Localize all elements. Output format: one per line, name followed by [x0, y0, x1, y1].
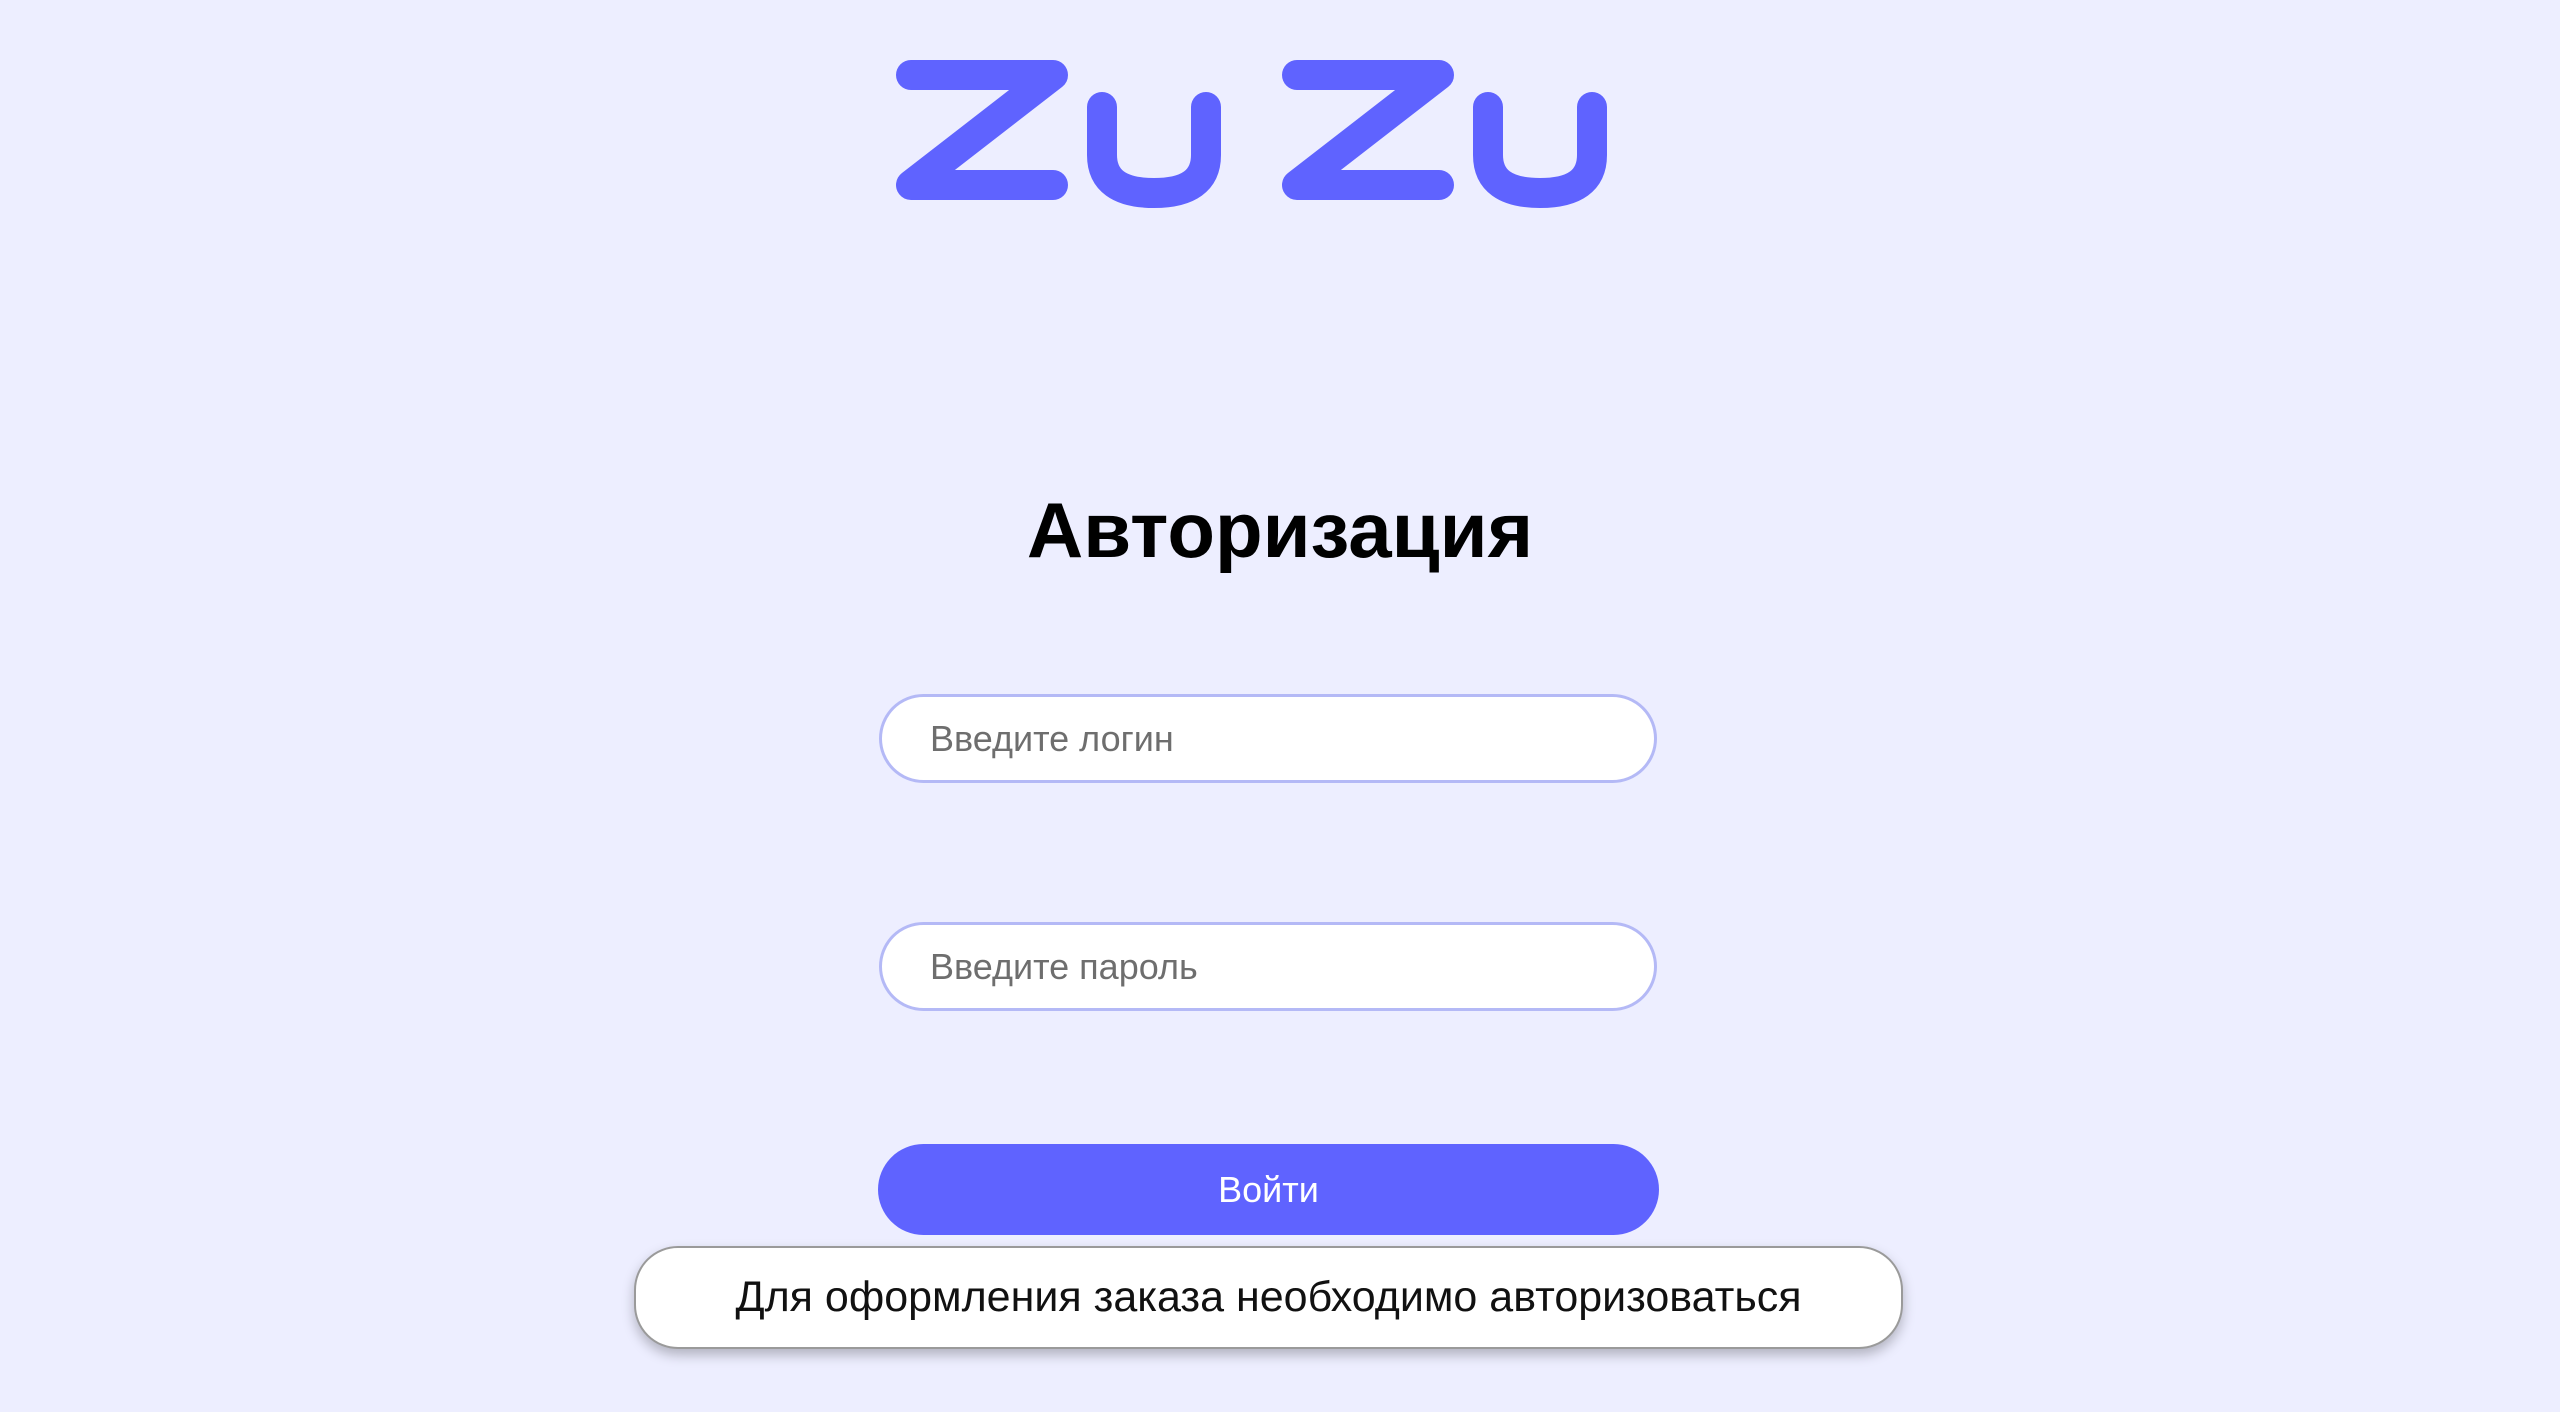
- login-button[interactable]: Войти: [878, 1144, 1659, 1235]
- login-input[interactable]: [879, 694, 1657, 783]
- auth-required-notification: Для оформления заказа необходимо авториз…: [634, 1246, 1903, 1349]
- password-input[interactable]: [879, 922, 1657, 1011]
- zuzu-logo[interactable]: [893, 60, 1644, 210]
- notification-text: Для оформления заказа необходимо авториз…: [735, 1273, 1802, 1321]
- page-title: Авторизация: [1026, 486, 1534, 574]
